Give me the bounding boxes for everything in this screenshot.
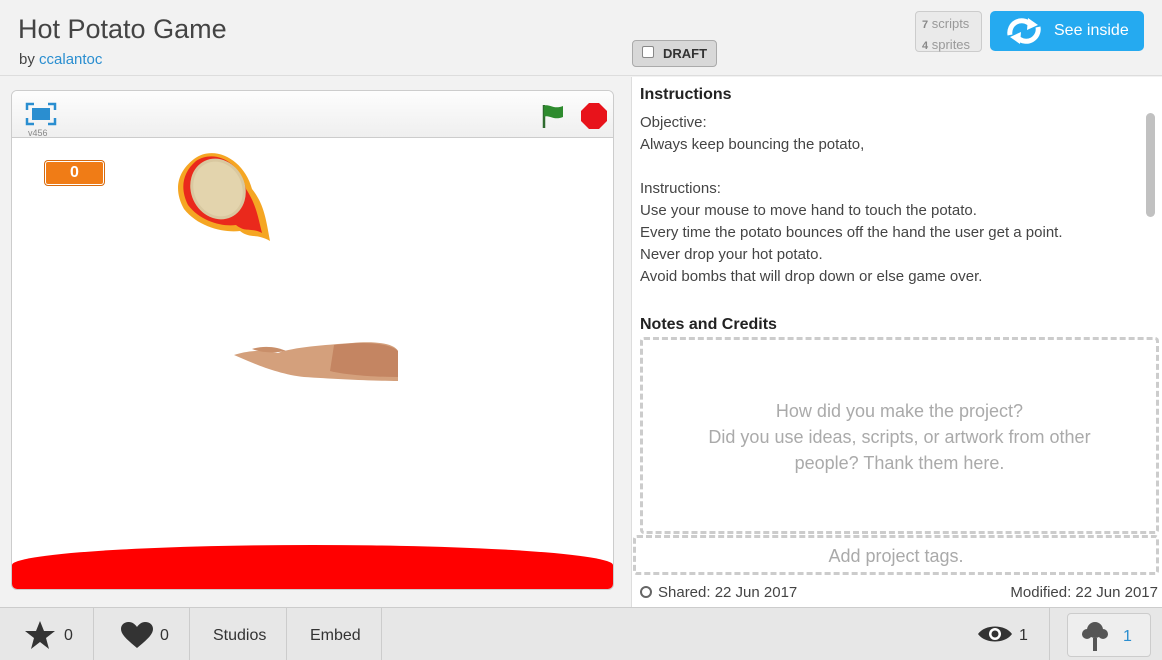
project-title[interactable]: Hot Potato Game: [18, 14, 227, 45]
draft-toggle[interactable]: DRAFT: [632, 40, 717, 67]
love-count: 0: [160, 627, 169, 644]
favorite-button[interactable]: 0: [0, 608, 94, 660]
byline: by ccalantoc: [19, 51, 102, 68]
notes-placeholder-line: Did you use ideas, scripts, or artwork f…: [708, 427, 1091, 447]
share-icon: [640, 586, 652, 598]
instructions-line: Never drop your hot potato.: [640, 246, 823, 263]
flaming-potato-sprite: [178, 153, 270, 241]
view-count: 1: [977, 608, 1050, 660]
by-prefix: by: [19, 51, 35, 68]
sprites-label: sprites: [931, 37, 971, 52]
favorite-count: 0: [64, 627, 73, 644]
project-header: Hot Potato Game by ccalantoc DRAFT 7 scr…: [0, 0, 1162, 76]
embed-label: Embed: [310, 627, 361, 644]
project-footer: 0 0 Studios Embed 1 1: [0, 607, 1162, 660]
draft-checkbox[interactable]: [642, 46, 654, 58]
eye-icon: [978, 626, 1012, 642]
player-controls: v456: [12, 91, 613, 138]
see-inside-button[interactable]: See inside: [990, 11, 1144, 51]
see-inside-label: See inside: [1054, 22, 1129, 39]
notes-credits-field[interactable]: How did you make the project? Did you us…: [640, 337, 1159, 534]
project-info-panel: Instructions Objective: Always keep boun…: [631, 77, 1162, 607]
instructions-text[interactable]: Objective: Always keep bouncing the pota…: [640, 112, 1140, 298]
draft-label: DRAFT: [663, 46, 708, 61]
project-stats: 7 scripts 4 sprites: [915, 11, 982, 52]
remix-count: 1: [1123, 628, 1132, 645]
score-display: 0: [45, 161, 104, 185]
author-link[interactable]: ccalantoc: [39, 51, 102, 68]
remix-tree-icon: [1082, 622, 1108, 651]
scripts-count: 7: [922, 19, 929, 31]
sprites-count: 4: [922, 40, 929, 52]
instructions-scrollbar[interactable]: [1144, 111, 1156, 299]
remix-arrows-icon: [1007, 18, 1041, 44]
studios-button[interactable]: Studios: [190, 608, 287, 660]
notes-placeholder-line: people? Thank them here.: [794, 453, 1005, 473]
heart-icon: [121, 622, 153, 648]
studios-label: Studios: [213, 627, 267, 644]
instructions-line: Always keep bouncing the potato,: [640, 136, 865, 153]
instructions-line: Use your mouse to move hand to touch the…: [640, 202, 977, 219]
star-icon: [25, 621, 55, 649]
embed-button[interactable]: Embed: [287, 608, 382, 660]
hand-sprite: [234, 342, 398, 381]
modified-date: Modified: 22 Jun 2017: [1010, 584, 1158, 601]
player-version: v456: [28, 128, 48, 138]
notes-placeholder-line: How did you make the project?: [775, 401, 1024, 421]
views-count: 1: [1019, 627, 1028, 644]
instructions-line: Every time the potato bounces off the ha…: [640, 224, 1063, 241]
fullscreen-icon[interactable]: [25, 102, 57, 126]
stop-sign-icon[interactable]: [580, 102, 608, 130]
stage-canvas[interactable]: 0: [12, 139, 613, 589]
love-button[interactable]: 0: [94, 608, 190, 660]
instructions-line: Objective:: [640, 114, 707, 131]
green-flag-icon[interactable]: [540, 103, 566, 129]
instructions-line: Instructions:: [640, 180, 721, 197]
notes-heading: Notes and Credits: [640, 316, 777, 333]
remix-tree-button[interactable]: 1: [1067, 613, 1151, 657]
instructions-heading: Instructions: [640, 86, 732, 103]
instructions-line: [640, 156, 1140, 178]
scripts-label: scripts: [931, 16, 970, 31]
shared-date: Shared: 22 Jun 2017: [640, 584, 797, 601]
instructions-line: Avoid bombs that will drop down or else …: [640, 268, 983, 285]
project-tags-field[interactable]: Add project tags.: [633, 535, 1159, 575]
lava-floor: [12, 545, 613, 589]
scrollbar-thumb[interactable]: [1146, 113, 1155, 217]
shared-date-text: Shared: 22 Jun 2017: [658, 584, 798, 601]
project-player: v456 0: [11, 90, 614, 590]
